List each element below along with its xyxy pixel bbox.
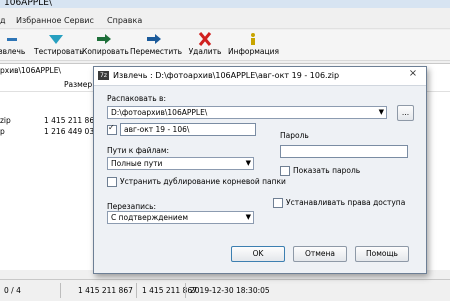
access-rights-checkbox[interactable] <box>273 198 283 208</box>
dedup-root-checkbox[interactable] <box>107 177 117 187</box>
browse-button[interactable]: ... <box>397 105 414 121</box>
extract-to-combobox[interactable]: D:\фотоархив\106APPLE\ ▼ <box>107 106 387 119</box>
menu-item-help[interactable]: Справка <box>107 16 142 25</box>
address-path: рхив\106APPLE\ <box>0 66 61 75</box>
folder-checkbox[interactable] <box>107 123 117 135</box>
delete-button[interactable]: Удалить <box>187 30 223 60</box>
info-button[interactable]: Информация <box>228 30 279 60</box>
show-password-label: Показать пароль <box>293 166 361 175</box>
dialog-title-bar: 7z Извлечь : D:\фотоархив\106APPLE\авг-о… <box>94 67 426 86</box>
status-size-2: 1 415 211 867 <box>142 286 197 295</box>
minus-icon <box>7 38 17 41</box>
overwrite-label: Перезапись: <box>107 202 157 211</box>
extract-to-value: D:\фотоархив\106APPLE\ <box>111 108 208 117</box>
chevron-down-icon: ▼ <box>245 159 251 167</box>
toolbar: звлечь Тестировать Копировать Переместит… <box>0 30 450 61</box>
window-title-bar: 106APPLE\ <box>0 0 450 8</box>
archive-icon: 7z <box>98 71 109 80</box>
status-datetime: 2019-12-30 18:30:05 <box>190 286 270 295</box>
ok-button[interactable]: OK <box>231 246 285 262</box>
menu-item-tools[interactable]: Сервис <box>64 16 94 25</box>
help-button[interactable]: Помощь <box>355 246 409 262</box>
access-rights-label: Устанавливать права доступа <box>286 198 406 207</box>
menu-item-view[interactable]: д <box>0 16 6 25</box>
status-bar: 0 / 4 1 415 211 867 1 415 211 867 2019-1… <box>0 279 450 301</box>
dialog-title: Извлечь : D:\фотоархив\106APPLE\авг-окт … <box>113 71 340 80</box>
status-size-1: 1 415 211 867 <box>78 286 133 295</box>
chevron-down-icon[interactable]: ▼ <box>379 108 384 116</box>
x-icon <box>198 32 212 46</box>
arrow-right-icon <box>147 34 161 44</box>
check-icon <box>49 35 63 44</box>
status-selection: 0 / 4 <box>4 286 21 295</box>
cancel-button[interactable]: Отмена <box>293 246 347 262</box>
column-header-size[interactable]: Размер <box>64 80 92 89</box>
arrow-right-icon <box>97 34 111 44</box>
password-label: Пароль <box>280 131 309 140</box>
move-button[interactable]: Переместить <box>130 30 182 60</box>
chevron-down-icon: ▼ <box>245 213 251 221</box>
copy-button[interactable]: Копировать <box>82 30 129 60</box>
test-button[interactable]: Тестировать <box>34 30 84 60</box>
menu-bar: д Избранное Сервис Справка <box>0 14 450 29</box>
status-separator <box>185 283 186 298</box>
status-separator <box>60 283 61 298</box>
extract-to-label: Распаковать в: <box>107 94 166 103</box>
folder-name-field[interactable]: авг-окт 19 - 106\ <box>120 123 256 136</box>
info-icon <box>251 33 255 45</box>
dedup-root-label: Устранить дублирование корневой папки <box>120 177 286 186</box>
show-password-checkbox[interactable] <box>280 166 290 176</box>
paths-label: Пути к файлам: <box>107 146 170 155</box>
extract-dialog: 7z Извлечь : D:\фотоархив\106APPLE\авг-о… <box>93 66 427 274</box>
password-field[interactable] <box>280 145 408 158</box>
overwrite-select[interactable]: С подтверждением ▼ <box>107 211 254 224</box>
menu-item-favorites[interactable]: Избранное <box>16 16 61 25</box>
close-icon[interactable]: × <box>400 67 426 81</box>
window-title: 106APPLE\ <box>4 0 52 8</box>
extract-button[interactable]: звлечь <box>0 30 28 60</box>
paths-select[interactable]: Полные пути ▼ <box>107 157 254 170</box>
status-separator <box>136 283 137 298</box>
